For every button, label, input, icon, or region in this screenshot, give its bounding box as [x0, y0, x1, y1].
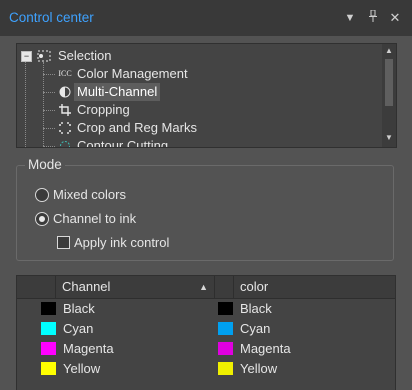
crop-icon [58, 104, 72, 116]
half-circle-icon [58, 86, 72, 98]
tree-item-contour-cutting[interactable]: Contour Cutting [17, 137, 377, 148]
close-icon[interactable]: ✕ [388, 10, 402, 26]
column-header-label: Channel [62, 279, 111, 294]
apply-ink-control-checkbox[interactable] [57, 236, 70, 249]
column-header-swatch [17, 276, 56, 298]
ink-name[interactable]: Yellow [240, 359, 277, 379]
table-row[interactable]: Magenta Magenta [17, 339, 395, 359]
table-row[interactable]: Yellow Yellow [17, 359, 395, 379]
selection-icon [37, 50, 51, 62]
tree-item-cropping[interactable]: Cropping [17, 101, 377, 119]
chevron-down-icon[interactable]: ▼ [343, 10, 357, 26]
channel-name: Black [63, 301, 95, 316]
tree-item-selection[interactable]: − Selection [17, 47, 377, 65]
scroll-down-icon[interactable]: ▼ [382, 132, 396, 144]
tree-item-crop-marks[interactable]: Crop and Reg Marks [17, 119, 377, 137]
column-header-color[interactable]: color [234, 276, 395, 298]
tree-item-label: Crop and Reg Marks [77, 120, 197, 135]
window-title: Control center [9, 10, 94, 25]
collapse-icon[interactable]: − [21, 51, 32, 62]
ink-swatch[interactable] [218, 302, 233, 315]
tree-item-color-management[interactable]: ICC Color Management [17, 65, 377, 83]
mixed-colors-label[interactable]: Mixed colors [53, 187, 126, 202]
table-row[interactable]: Cyan Cyan [17, 319, 395, 339]
channel-name: Magenta [63, 341, 114, 356]
table-row[interactable]: Black Black [17, 299, 395, 319]
tree-item-label: Color Management [77, 66, 188, 81]
mixed-colors-radio[interactable] [35, 188, 49, 202]
ink-name[interactable]: Magenta [240, 339, 291, 359]
table-header: Channel ▲ color [17, 276, 395, 299]
icc-icon: ICC [58, 69, 72, 78]
title-bar: Control center ▼ ✕ [0, 0, 412, 36]
apply-ink-control-label[interactable]: Apply ink control [74, 235, 169, 250]
channel-name: Yellow [63, 361, 101, 376]
scroll-up-icon[interactable]: ▲ [382, 45, 396, 57]
scroll-thumb[interactable] [385, 59, 393, 106]
tree-item-multi-channel[interactable]: Multi-Channel [17, 83, 377, 101]
pin-icon[interactable] [366, 9, 380, 26]
channel-swatch [41, 322, 56, 335]
tree-scrollbar[interactable]: ▲ ▼ [382, 44, 396, 147]
ink-swatch[interactable] [218, 342, 233, 355]
channel-name: Cyan [63, 321, 94, 336]
mode-group-title: Mode [25, 157, 65, 172]
channel-to-ink-label[interactable]: Channel to ink [53, 211, 136, 226]
tree-item-label: Selection [58, 48, 112, 63]
channel-table: Channel ▲ color Black Black Cyan Cyan Ma… [16, 275, 396, 390]
sort-ascending-icon: ▲ [199, 282, 208, 292]
contour-cutting-icon [58, 140, 72, 147]
tree-item-label: Cropping [77, 102, 130, 117]
tool-tree[interactable]: − Selection ICC Color Management Multi-C… [16, 43, 397, 148]
channel-swatch [41, 302, 56, 315]
channel-to-ink-radio[interactable] [35, 212, 49, 226]
ink-swatch[interactable] [218, 362, 233, 375]
crop-marks-icon [58, 122, 72, 134]
ink-swatch[interactable] [218, 322, 233, 335]
ink-name[interactable]: Black [240, 299, 272, 319]
column-header-channel[interactable]: Channel ▲ [56, 276, 215, 298]
tree-item-label: Multi-Channel [74, 83, 161, 101]
ink-name[interactable]: Cyan [240, 319, 270, 339]
column-header-ink-swatch [215, 276, 234, 298]
column-header-label: color [240, 279, 269, 294]
channel-swatch [41, 342, 56, 355]
tree-item-label: Contour Cutting [77, 138, 169, 148]
channel-swatch [41, 362, 56, 375]
